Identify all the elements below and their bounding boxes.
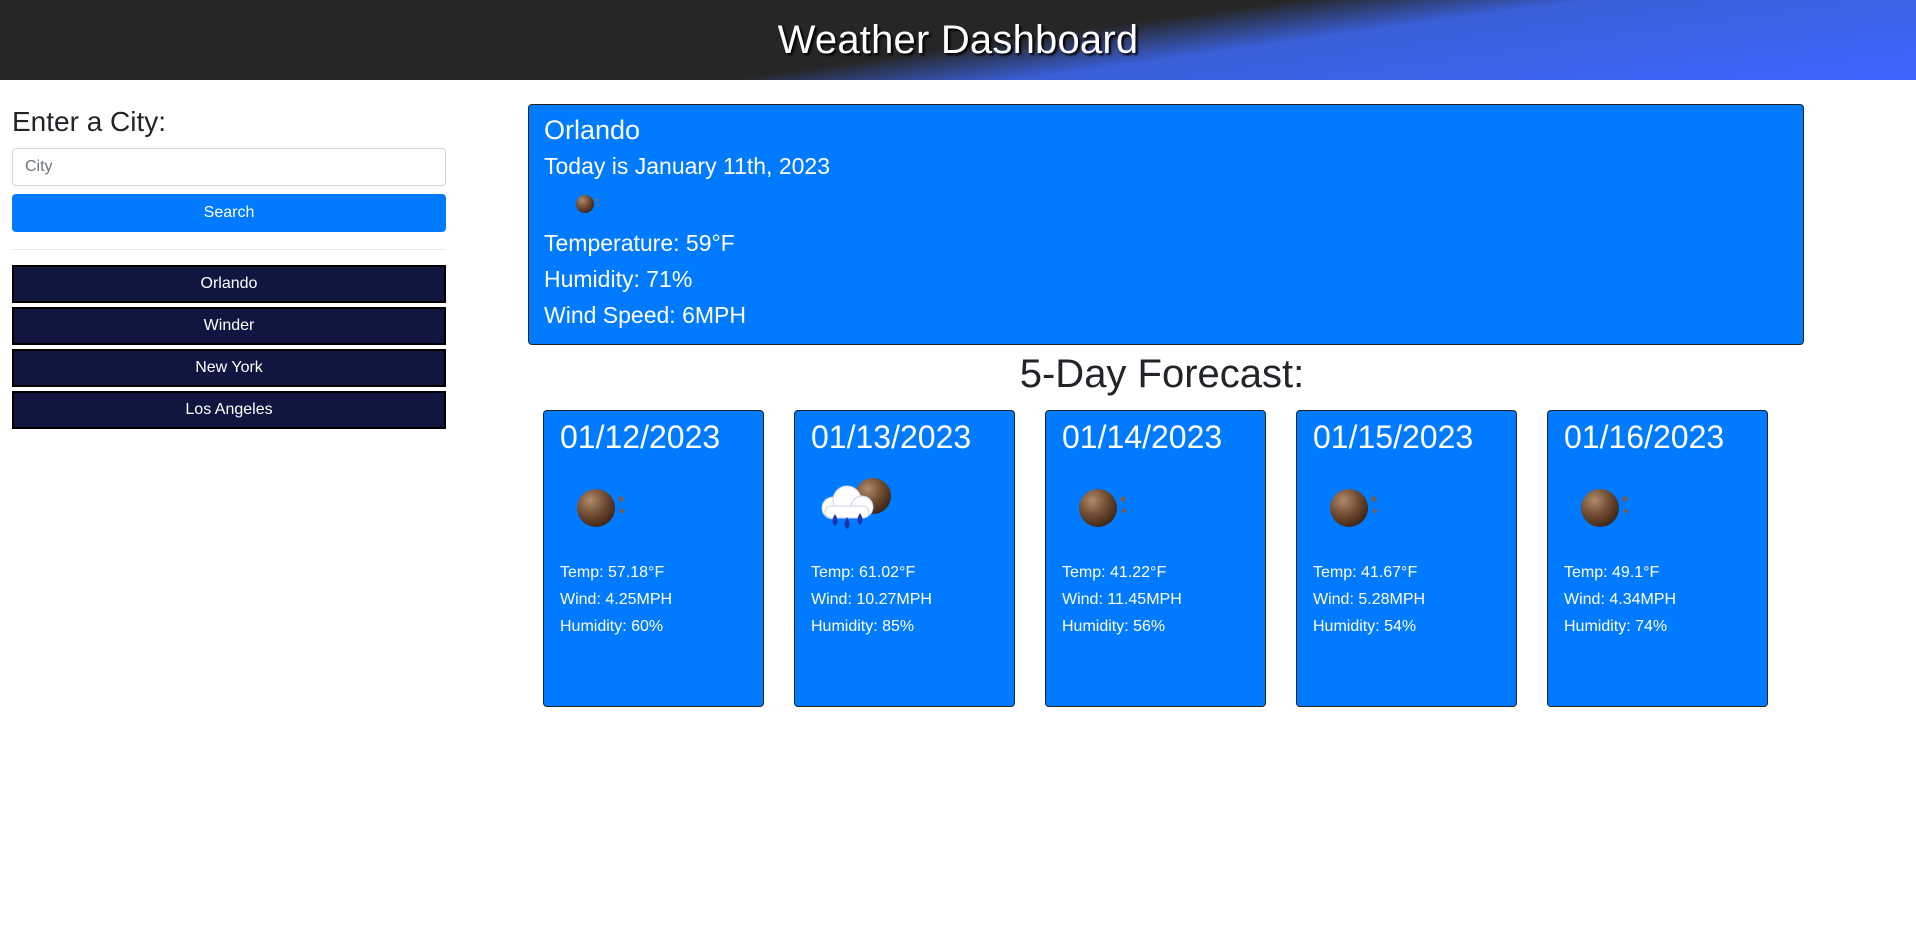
forecast-title: 5-Day Forecast: xyxy=(1019,352,1305,396)
forecast-date: 01/12/2023 xyxy=(560,419,721,455)
sidebar-divider xyxy=(12,249,446,250)
forecast-wind: Wind: 10.27MPH xyxy=(811,591,932,608)
city-search-input[interactable] xyxy=(12,148,446,186)
forecast-humidity: Humidity: 60% xyxy=(560,618,664,635)
page-title: Weather Dashboard xyxy=(777,17,1139,62)
forecast-cards: 01/12/2023 Temp: 57.18°F Wind: 4.25MPH H… xyxy=(543,410,1793,707)
history-button-new-york[interactable]: New York xyxy=(12,349,446,387)
clear-night-icon xyxy=(1330,489,1378,527)
history-button-winder[interactable]: Winder xyxy=(12,307,446,345)
current-date: Today is January 11th, 2023 xyxy=(544,153,830,179)
forecast-date: 01/16/2023 xyxy=(1564,419,1725,455)
clear-night-icon xyxy=(576,195,600,213)
forecast-wind: Wind: 11.45MPH xyxy=(1062,591,1182,608)
forecast-temp: Temp: 57.18°F xyxy=(560,564,665,581)
forecast-card: 01/12/2023 Temp: 57.18°F Wind: 4.25MPH H… xyxy=(543,410,764,707)
sidebar: Enter a City: Search Orlando Winder New … xyxy=(12,106,446,433)
clear-night-icon xyxy=(1079,489,1127,527)
forecast-temp: Temp: 41.67°F xyxy=(1313,564,1418,581)
current-city-name: Orlando xyxy=(544,115,641,145)
forecast-humidity: Humidity: 54% xyxy=(1313,618,1417,635)
current-wind-speed: Wind Speed: 6MPH xyxy=(544,302,746,328)
history-button-los-angeles[interactable]: Los Angeles xyxy=(12,391,446,429)
forecast-temp: Temp: 61.02°F xyxy=(811,564,916,581)
current-weather-card: Orlando Today is January 11th, 2023 Temp… xyxy=(528,104,1804,345)
clear-night-icon xyxy=(1581,489,1629,527)
forecast-humidity: Humidity: 74% xyxy=(1564,618,1668,635)
current-temperature: Temperature: 59°F xyxy=(544,230,735,256)
forecast-date: 01/13/2023 xyxy=(811,419,972,455)
search-history-list: Orlando Winder New York Los Angeles xyxy=(12,265,446,429)
search-button[interactable]: Search xyxy=(12,194,446,232)
forecast-temp: Temp: 41.22°F xyxy=(1062,564,1167,581)
forecast-card: 01/13/2023 Temp: 61.02°F Wind: 10.27MPH … xyxy=(794,410,1015,707)
clear-night-icon xyxy=(577,489,625,527)
rain-night-icon xyxy=(821,478,891,529)
forecast-humidity: Humidity: 56% xyxy=(1062,618,1166,635)
current-humidity: Humidity: 71% xyxy=(544,266,693,292)
forecast-card: 01/14/2023 Temp: 41.22°F Wind: 11.45MPH … xyxy=(1045,410,1266,707)
page-header: Weather Dashboard xyxy=(0,0,1916,80)
forecast-temp: Temp: 49.1°F xyxy=(1564,564,1660,581)
forecast-card: 01/15/2023 Temp: 41.67°F Wind: 5.28MPH H… xyxy=(1296,410,1517,707)
forecast-wind: Wind: 5.28MPH xyxy=(1313,591,1426,608)
forecast-wind: Wind: 4.34MPH xyxy=(1564,591,1677,608)
forecast-wind: Wind: 4.25MPH xyxy=(560,591,673,608)
city-search-label: Enter a City: xyxy=(12,106,167,137)
forecast-card: 01/16/2023 Temp: 49.1°F Wind: 4.34MPH Hu… xyxy=(1547,410,1768,707)
forecast-date: 01/14/2023 xyxy=(1062,419,1223,455)
forecast-humidity: Humidity: 85% xyxy=(811,618,915,635)
forecast-date: 01/15/2023 xyxy=(1313,419,1474,455)
history-button-orlando[interactable]: Orlando xyxy=(12,265,446,303)
